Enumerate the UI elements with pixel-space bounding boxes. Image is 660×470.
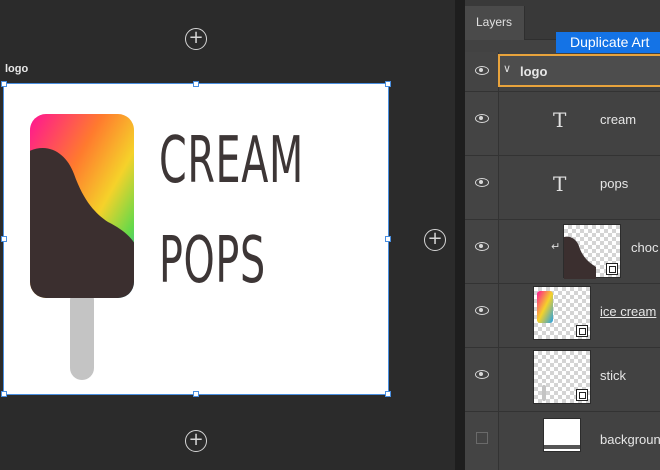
artboard[interactable]: CREAM POPS (1, 81, 391, 397)
panel-divider[interactable] (455, 0, 465, 470)
visibility-cell[interactable] (465, 92, 499, 155)
visibility-cell[interactable] (465, 220, 499, 283)
smart-object-icon (606, 263, 618, 275)
resize-handle-top-right[interactable] (385, 81, 391, 87)
resize-handle-right[interactable] (385, 236, 391, 242)
artboard-thumb-bar (544, 445, 580, 449)
layer-thumbnail (533, 286, 591, 340)
layer-thumbnail (543, 418, 581, 452)
layer-thumbnail (563, 224, 621, 279)
layer-row-ice-cream[interactable]: ice cream (465, 284, 660, 348)
eye-icon[interactable] (475, 66, 489, 75)
smart-object-icon (576, 325, 588, 337)
popsicle-illustration (30, 114, 134, 380)
text-layer-icon: T (553, 172, 567, 196)
visibility-cell[interactable] (465, 52, 499, 91)
eye-icon[interactable] (475, 114, 489, 123)
add-artboard-right-icon[interactable]: + (424, 229, 446, 251)
layer-name: logo (520, 64, 548, 79)
add-artboard-bottom-icon[interactable]: + (185, 430, 207, 452)
layer-row-pops[interactable]: T pops (465, 156, 660, 220)
visibility-toggle-off[interactable] (476, 432, 488, 444)
resize-handle-top-left[interactable] (1, 81, 7, 87)
visibility-cell[interactable] (465, 156, 499, 219)
brand-text-cream: CREAM (159, 124, 304, 198)
layer-name: cream (600, 112, 637, 127)
smart-object-icon (576, 389, 588, 401)
duplicate-artboard-button[interactable]: Duplicate Art (556, 32, 660, 53)
tab-layers[interactable]: Layers (465, 6, 525, 40)
layer-name: pops (600, 176, 629, 191)
layer-name: stick (600, 368, 626, 383)
artboard-label[interactable]: logo (5, 63, 28, 75)
layer-thumbnail (533, 350, 591, 404)
add-artboard-top-icon[interactable]: + (185, 28, 207, 50)
canvas-area[interactable]: + + + logo CREAM POPS (0, 0, 462, 470)
visibility-cell[interactable] (465, 348, 499, 411)
resize-handle-bottom[interactable] (193, 391, 199, 397)
eye-icon[interactable] (475, 178, 489, 187)
layers-panel: Layers Duplicate Art ∨ logo T cream T po… (465, 0, 660, 470)
resize-handle-left[interactable] (1, 236, 7, 242)
brand-text-pops: POPS (159, 224, 266, 298)
layer-row-cream[interactable]: T cream (465, 92, 660, 156)
layer-name: choc (631, 240, 659, 255)
layer-name: backgroun (600, 432, 660, 447)
layer-row-logo[interactable]: ∨ logo (465, 52, 660, 92)
visibility-cell[interactable] (465, 284, 499, 347)
eye-icon[interactable] (475, 370, 489, 379)
resize-handle-bottom-left[interactable] (1, 391, 7, 397)
chevron-down-icon[interactable]: ∨ (503, 62, 511, 75)
layer-name: ice cream (600, 304, 657, 319)
stick-shape (70, 288, 94, 380)
eye-icon[interactable] (475, 306, 489, 315)
text-layer-icon: T (553, 108, 567, 132)
clipping-mask-icon: ↵ (551, 240, 561, 253)
resize-handle-top[interactable] (193, 81, 199, 87)
layer-row-choc[interactable]: ↵ choc (465, 220, 660, 284)
resize-handle-bottom-right[interactable] (385, 391, 391, 397)
layer-row-stick[interactable]: stick (465, 348, 660, 412)
visibility-cell[interactable] (465, 412, 499, 470)
eye-icon[interactable] (475, 242, 489, 251)
layer-row-background[interactable]: backgroun (465, 412, 660, 470)
